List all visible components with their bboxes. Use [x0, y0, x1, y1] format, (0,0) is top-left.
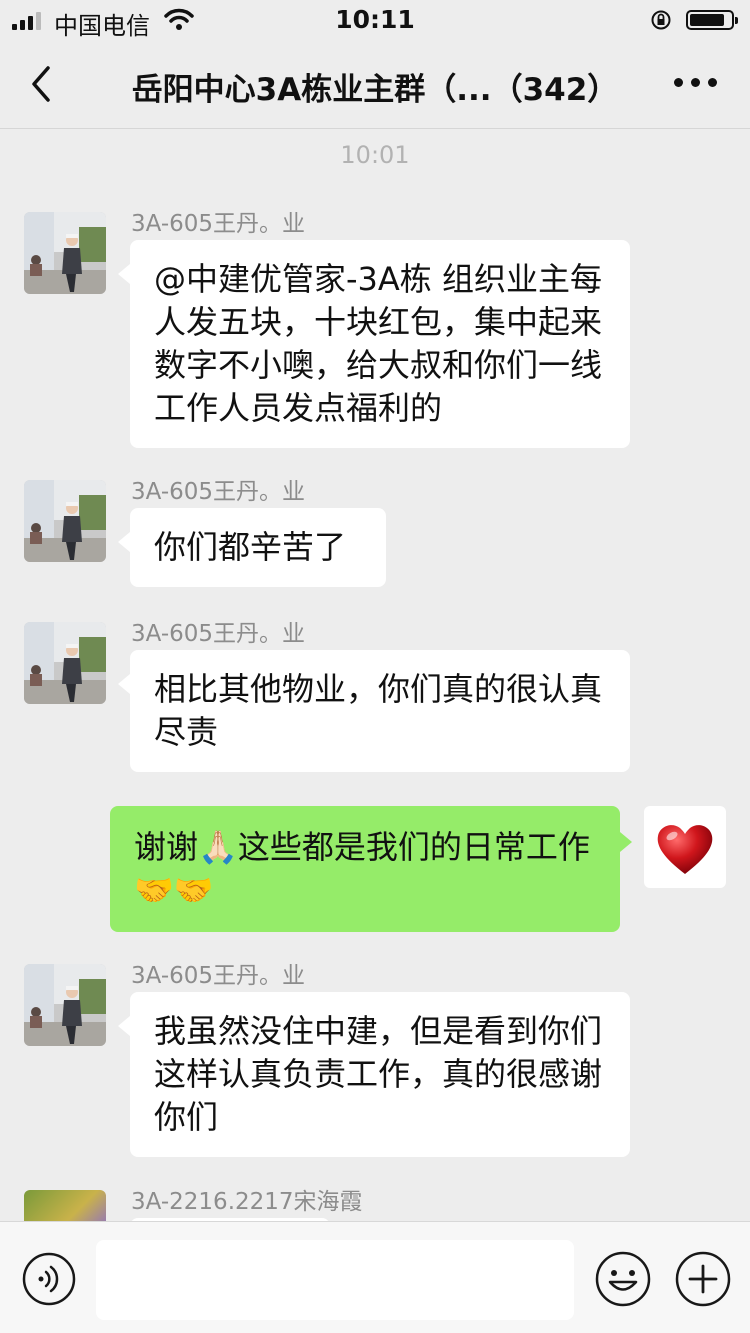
input-bar — [0, 1221, 750, 1333]
avatar[interactable] — [24, 964, 106, 1046]
chat-header: 岳阳中心3A栋业主群（...（342） — [0, 40, 750, 129]
chevron-left-icon[interactable] — [26, 64, 60, 104]
message-bubble[interactable]: 相比其他物业，你们真的很认真尽责 — [118, 650, 630, 772]
avatar[interactable] — [24, 1190, 106, 1221]
voice-icon[interactable] — [22, 1252, 76, 1306]
more-dots-icon[interactable] — [674, 78, 718, 90]
sender-name: 3A-605王丹。业 — [131, 211, 306, 237]
message-bubble[interactable]: 你们都辛苦了 — [118, 508, 386, 587]
sender-name: 3A-605王丹。业 — [131, 963, 306, 989]
battery-icon — [686, 10, 738, 30]
rotation-lock-icon — [651, 10, 671, 30]
battery-level — [690, 14, 724, 26]
avatar-self[interactable] — [644, 806, 726, 888]
status-time: 10:11 — [335, 5, 415, 34]
avatar[interactable] — [24, 622, 106, 704]
sender-name: 3A-2216.2217宋海霞 — [131, 1189, 363, 1215]
avatar[interactable] — [24, 212, 106, 294]
message-list[interactable]: 10:01 3A-605王丹。业 @中建优管家-3A栋 组织业主每人发五块，十块… — [0, 129, 750, 1221]
emoji-icon[interactable] — [595, 1251, 651, 1307]
message-bubble-outgoing[interactable]: 谢谢🙏🏻这些都是我们的日常工作🤝🤝 — [110, 806, 632, 932]
plus-icon[interactable] — [675, 1251, 731, 1307]
message-bubble[interactable]: @中建优管家-3A栋 组织业主每人发五块，十块红包，集中起来数字不小噢，给大叔和… — [118, 240, 630, 448]
message-timestamp: 10:01 — [340, 141, 410, 169]
chat-title[interactable]: 岳阳中心3A栋业主群（...（342） — [80, 64, 670, 109]
heart-icon — [657, 825, 713, 874]
message-input[interactable] — [96, 1240, 574, 1320]
message-bubble[interactable]: 我虽然没住中建，但是看到你们这样认真负责工作，真的很感谢你们 — [118, 992, 630, 1157]
avatar[interactable] — [24, 480, 106, 562]
sender-name: 3A-605王丹。业 — [131, 479, 306, 505]
sender-name: 3A-605王丹。业 — [131, 621, 306, 647]
status-bar: 中国电信 10:11 — [0, 0, 750, 40]
